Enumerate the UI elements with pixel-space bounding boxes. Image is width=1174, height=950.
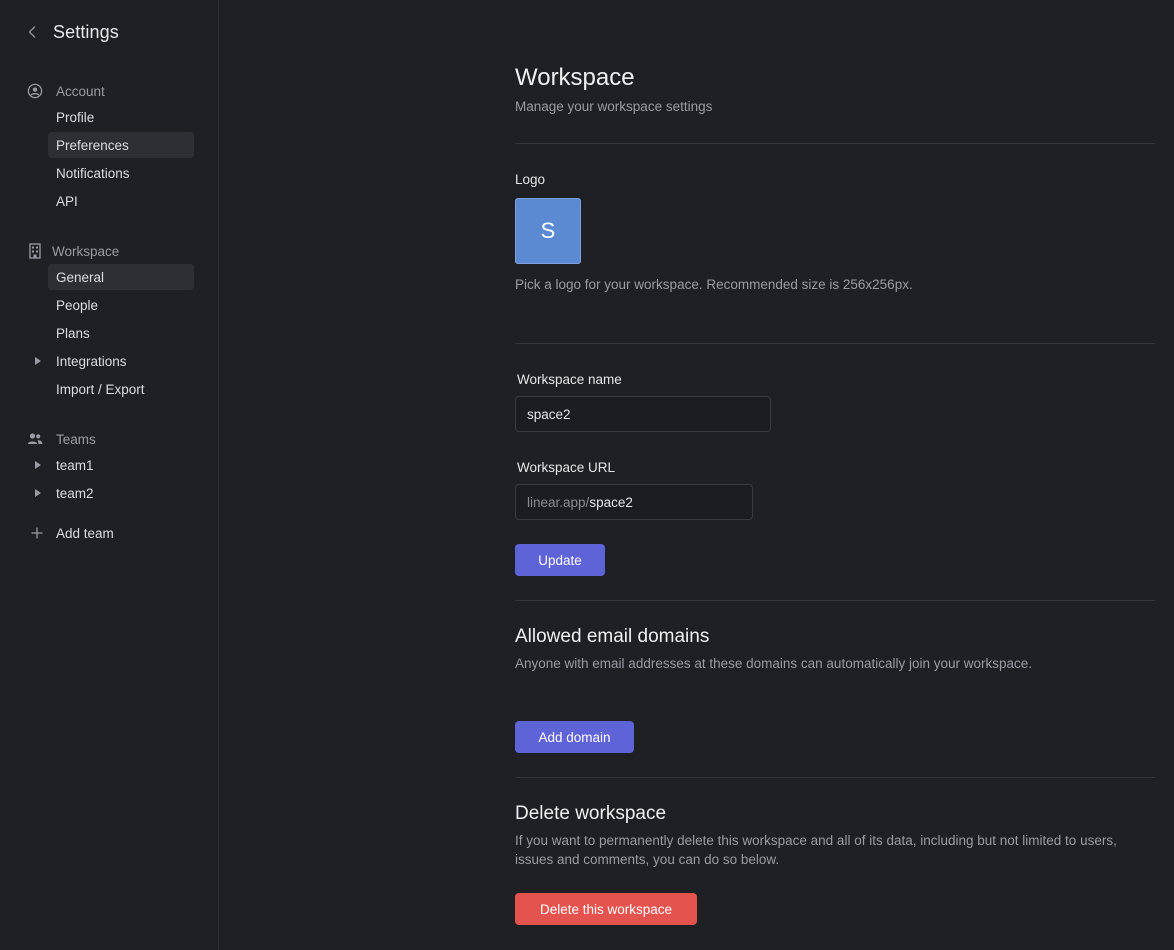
delete-workspace-button[interactable]: Delete this workspace — [515, 893, 697, 925]
page-title: Workspace — [515, 64, 635, 91]
add-team-label: Add team — [56, 525, 114, 541]
workspace-url-value: space2 — [589, 494, 633, 510]
sidebar-item-label: Notifications — [56, 165, 130, 181]
chevron-left-icon[interactable] — [28, 25, 38, 39]
sidebar-header: Settings — [28, 20, 119, 44]
workspace-name-label: Workspace name — [517, 372, 622, 387]
caret-right-icon[interactable] — [34, 461, 42, 469]
page-subtitle: Manage your workspace settings — [515, 99, 713, 114]
sidebar-item-integrations[interactable]: Integrations — [34, 348, 127, 374]
plus-icon — [30, 526, 44, 540]
caret-right-icon[interactable] — [34, 489, 42, 497]
sidebar-item-label: Profile — [56, 109, 95, 125]
sidebar-item-team2[interactable]: team2 — [34, 480, 94, 506]
allowed-domains-description: Anyone with email addresses at these dom… — [515, 656, 1033, 671]
sidebar-item-label: team2 — [56, 485, 94, 501]
workspace-name-input[interactable]: space2 — [515, 396, 771, 432]
sidebar-item-general[interactable]: General — [48, 264, 194, 290]
divider — [515, 600, 1155, 601]
workspace-section-heading: Workspace — [26, 241, 119, 261]
user-circle-icon — [26, 83, 44, 99]
building-icon — [26, 243, 44, 259]
settings-sidebar: Settings Account Profile Preferences Not… — [0, 0, 219, 950]
teams-section-heading: Teams — [26, 429, 96, 449]
sidebar-item-preferences[interactable]: Preferences — [48, 132, 194, 158]
account-heading-label: Account — [56, 83, 105, 99]
url-prefix: linear.app/ — [527, 494, 590, 510]
sidebar-item-label: Plans — [56, 325, 90, 341]
workspace-heading-label: Workspace — [52, 243, 120, 259]
sidebar-item-label: API — [56, 193, 78, 209]
allowed-domains-title: Allowed email domains — [515, 626, 710, 647]
sidebar-item-label: Preferences — [56, 137, 129, 153]
divider — [515, 777, 1155, 778]
delete-workspace-title: Delete workspace — [515, 803, 667, 824]
logo-label: Logo — [515, 172, 546, 187]
workspace-url-input[interactable]: linear.app/space2 — [515, 484, 753, 520]
sidebar-item-label: team1 — [56, 457, 94, 473]
add-domain-button[interactable]: Add domain — [515, 721, 634, 753]
sidebar-item-profile[interactable]: Profile — [48, 104, 194, 130]
sidebar-item-notifications[interactable]: Notifications — [48, 160, 194, 186]
teams-heading-label: Teams — [56, 431, 96, 447]
sidebar-item-team1[interactable]: team1 — [34, 452, 94, 478]
logo-help-text: Pick a logo for your workspace. Recommen… — [515, 277, 913, 292]
sidebar-item-label: People — [56, 297, 99, 313]
account-section-heading: Account — [26, 81, 105, 101]
caret-right-icon[interactable] — [34, 357, 42, 365]
divider — [515, 343, 1155, 344]
sidebar-item-people[interactable]: People — [48, 292, 194, 318]
workspace-logo-button[interactable]: S — [515, 198, 581, 264]
sidebar-item-plans[interactable]: Plans — [48, 320, 194, 346]
sidebar-item-api[interactable]: API — [48, 188, 194, 214]
people-icon — [26, 431, 44, 447]
sidebar-item-label: General — [56, 269, 105, 285]
workspace-url-label: Workspace URL — [517, 460, 616, 475]
workspace-name-value: space2 — [527, 406, 571, 422]
sidebar-title: Settings — [53, 21, 119, 42]
update-button[interactable]: Update — [515, 544, 605, 576]
delete-workspace-description: If you want to permanently delete this w… — [515, 833, 1117, 867]
add-team-button[interactable]: Add team — [30, 522, 114, 544]
sidebar-item-import-export[interactable]: Import / Export — [48, 376, 194, 402]
sidebar-item-label: Integrations — [56, 353, 127, 369]
logo-letter: S — [540, 218, 556, 243]
divider — [515, 143, 1155, 144]
sidebar-item-label: Import / Export — [56, 381, 145, 397]
